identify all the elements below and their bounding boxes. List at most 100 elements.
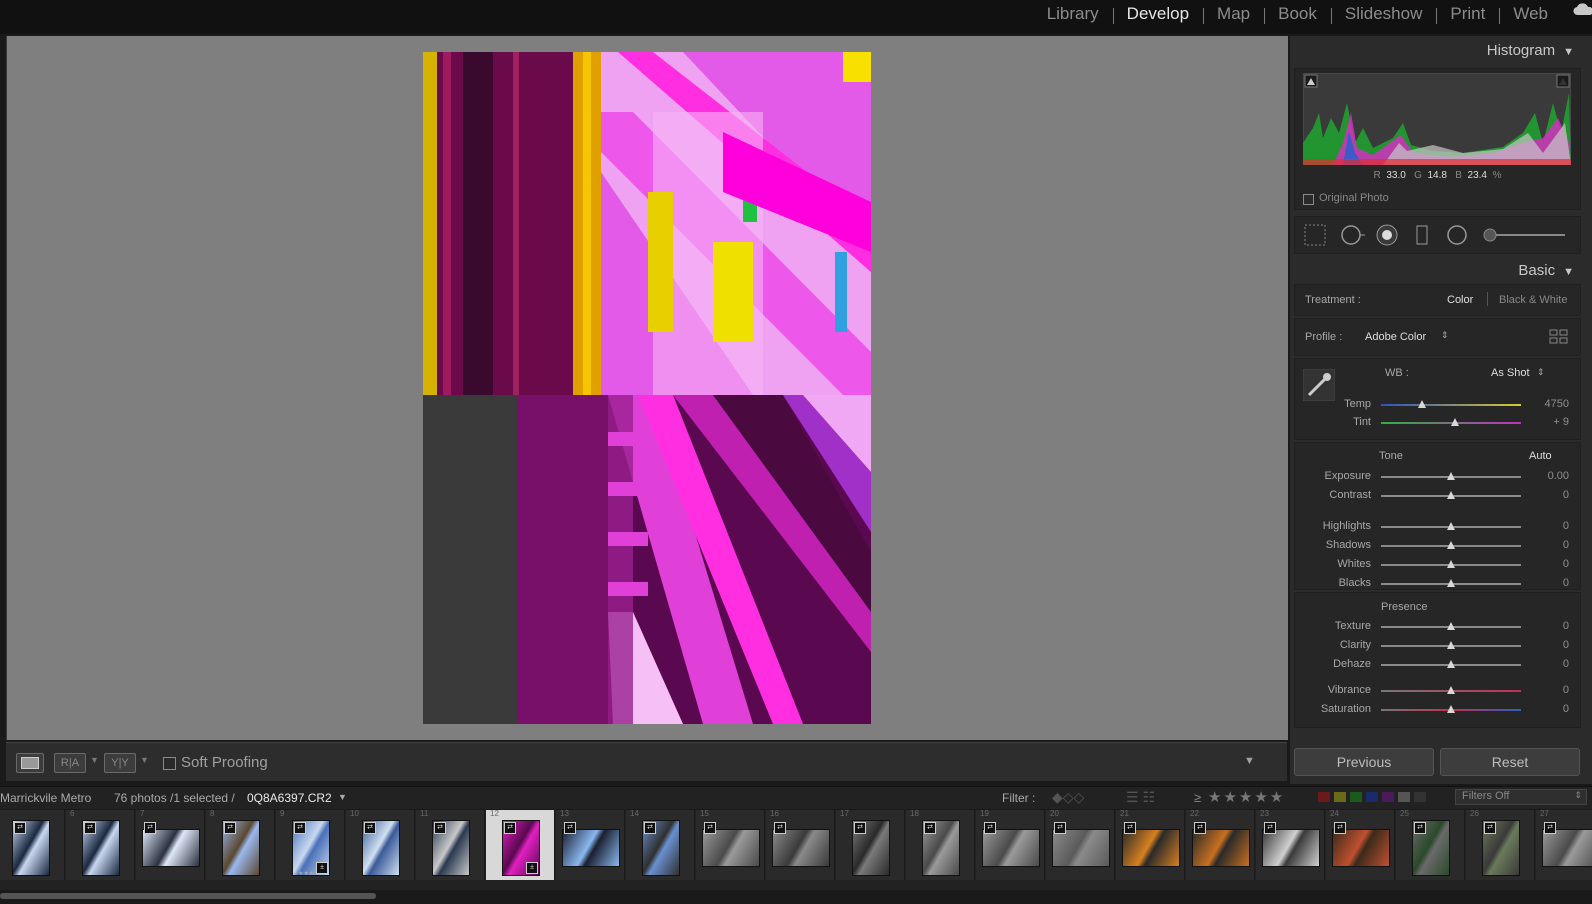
texture-value[interactable]: 0 xyxy=(1527,620,1569,632)
module-slideshow[interactable]: Slideshow xyxy=(1330,4,1437,24)
filmstrip-thumbnail[interactable]: 16 ⇄ xyxy=(766,810,835,880)
toolbar-menu-icon[interactable]: ▼ xyxy=(1244,755,1255,767)
saturation-slider-thumb[interactable] xyxy=(1447,705,1455,713)
star-rating-filter-icon[interactable]: ★★★★★ xyxy=(1208,788,1285,806)
cloud-icon[interactable] xyxy=(1570,2,1592,16)
filmstrip-thumbnail[interactable]: 19 ⇄ xyxy=(976,810,1045,880)
texture-slider-thumb[interactable] xyxy=(1447,622,1455,630)
contrast-value[interactable]: 0 xyxy=(1527,489,1569,501)
whites-slider-thumb[interactable] xyxy=(1447,560,1455,568)
histogram-graph[interactable] xyxy=(1303,73,1571,165)
saturation-value[interactable]: 0 xyxy=(1527,703,1569,715)
filmstrip-thumbnail[interactable]: 7 ⇄ xyxy=(136,810,205,880)
treatment-color-option[interactable]: Color xyxy=(1447,294,1473,306)
module-book[interactable]: Book xyxy=(1264,4,1331,24)
shadows-slider-thumb[interactable] xyxy=(1447,541,1455,549)
highlights-slider-thumb[interactable] xyxy=(1447,522,1455,530)
profile-dropdown[interactable]: Adobe Color xyxy=(1365,331,1426,343)
filmstrip-thumbnail[interactable]: 12 ⇄ ± xyxy=(486,810,555,880)
filmstrip-thumbnail[interactable]: 27 ⇄ xyxy=(1536,810,1592,880)
dehaze-slider-thumb[interactable] xyxy=(1447,660,1455,668)
filmstrip-thumbnail[interactable]: 17 ⇄ xyxy=(836,810,905,880)
shadows-value[interactable]: 0 xyxy=(1527,539,1569,551)
folder-source[interactable]: Marrickvile Metro xyxy=(0,791,91,805)
filmstrip-thumbnail[interactable]: 18 ⇄ xyxy=(906,810,975,880)
tone-auto-button[interactable]: Auto xyxy=(1529,450,1552,462)
filmstrip-thumbnail[interactable]: 24 ⇄ xyxy=(1326,810,1395,880)
green-label-icon[interactable] xyxy=(1350,792,1362,802)
selected-filename[interactable]: 0Q8A6397.CR2 xyxy=(247,791,332,805)
whites-value[interactable]: 0 xyxy=(1527,558,1569,570)
filmstrip-thumbnail[interactable]: 8 ⇄ xyxy=(206,810,275,880)
filmstrip-thumbnail[interactable]: 15 ⇄ xyxy=(696,810,765,880)
reset-button[interactable]: Reset xyxy=(1440,748,1580,776)
filmstrip-thumbnail[interactable]: 25 ⇄ xyxy=(1396,810,1465,880)
before-after-swap-button[interactable]: Y|Y xyxy=(104,753,136,773)
filename-dropdown-icon[interactable]: ▼ xyxy=(338,792,347,802)
soft-proofing-checkbox[interactable] xyxy=(163,757,176,770)
exposure-slider-thumb[interactable] xyxy=(1447,472,1455,480)
filmstrip-thumbnail[interactable]: 9 ⇄ ★★★★★ ± xyxy=(276,810,345,880)
wb-dropdown-arrows-icon[interactable]: ⇕ xyxy=(1537,367,1545,378)
other-label-icon[interactable] xyxy=(1398,792,1410,802)
photo-preview[interactable] xyxy=(423,52,871,724)
vibrance-value[interactable]: 0 xyxy=(1527,684,1569,696)
treatment-bw-option[interactable]: Black & White xyxy=(1499,294,1567,306)
color-label-filter[interactable] xyxy=(1318,792,1426,802)
filmstrip-thumbnail[interactable]: 20 ⇄ xyxy=(1046,810,1115,880)
filmstrip-thumbnail[interactable]: 6 ⇄ xyxy=(66,810,135,880)
blue-label-icon[interactable] xyxy=(1366,792,1378,802)
module-develop[interactable]: Develop xyxy=(1112,4,1203,24)
filmstrip-thumbnail[interactable]: 26 ⇄ xyxy=(1466,810,1535,880)
vibrance-slider-thumb[interactable] xyxy=(1447,686,1455,694)
profile-browser-grid-icon[interactable] xyxy=(1549,329,1569,345)
histogram-header[interactable]: Histogram ▼ xyxy=(1487,42,1574,59)
spot-removal-icon[interactable] xyxy=(1341,225,1365,245)
filmstrip-thumbnail[interactable]: 10 ⇄ xyxy=(346,810,415,880)
swap-dropdown-icon[interactable]: ▼ xyxy=(140,755,149,765)
no-label-icon[interactable] xyxy=(1414,792,1426,802)
module-print[interactable]: Print xyxy=(1436,4,1499,24)
previous-button[interactable]: Previous xyxy=(1294,748,1434,776)
filter-preset-dropdown[interactable]: Filters Off ⇕ xyxy=(1455,789,1587,805)
flag-filter-icons[interactable]: ◆◇◇ xyxy=(1052,789,1084,806)
module-map[interactable]: Map xyxy=(1203,4,1264,24)
blacks-value[interactable]: 0 xyxy=(1527,577,1569,589)
original-photo-checkbox[interactable] xyxy=(1303,194,1314,205)
wb-dropdown[interactable]: As Shot xyxy=(1491,367,1530,379)
adjustment-brush-icon[interactable] xyxy=(1483,228,1565,242)
exposure-value[interactable]: 0.00 xyxy=(1527,470,1569,482)
module-library[interactable]: Library xyxy=(1033,4,1113,24)
filmstrip-thumbnail[interactable]: 14 ⇄ xyxy=(626,810,695,880)
contrast-slider-thumb[interactable] xyxy=(1447,491,1455,499)
rating-operator[interactable]: ≥ xyxy=(1194,790,1201,805)
clarity-slider-thumb[interactable] xyxy=(1447,641,1455,649)
graduated-filter-icon[interactable] xyxy=(1416,225,1428,245)
filmstrip-thumbnail[interactable]: 13 ⇄ xyxy=(556,810,625,880)
filmstrip-thumbnail[interactable]: 22 ⇄ xyxy=(1186,810,1255,880)
before-after-button[interactable]: R|A xyxy=(54,753,86,773)
red-eye-icon[interactable] xyxy=(1376,224,1398,246)
temp-slider[interactable] xyxy=(1381,404,1521,406)
filmstrip-thumbnail[interactable]: 11 ⇄ xyxy=(416,810,485,880)
module-web[interactable]: Web xyxy=(1499,4,1562,24)
filmstrip-scrollbar-thumb[interactable] xyxy=(0,893,376,899)
wb-eyedropper-icon[interactable] xyxy=(1303,369,1335,401)
filmstrip-thumbnail[interactable]: 23 ⇄ xyxy=(1256,810,1325,880)
profile-dropdown-arrows-icon[interactable]: ⇕ xyxy=(1441,330,1449,341)
dehaze-value[interactable]: 0 xyxy=(1527,658,1569,670)
filmstrip-thumbnail[interactable]: ⇄ xyxy=(0,810,65,880)
tint-slider-thumb[interactable] xyxy=(1451,418,1459,426)
clarity-value[interactable]: 0 xyxy=(1527,639,1569,651)
yellow-label-icon[interactable] xyxy=(1334,792,1346,802)
temp-slider-thumb[interactable] xyxy=(1418,400,1426,408)
basic-header[interactable]: Basic ▼ xyxy=(1518,262,1574,279)
temp-value[interactable]: 4750 xyxy=(1527,398,1569,410)
red-label-icon[interactable] xyxy=(1318,792,1330,802)
crop-overlay-icon[interactable] xyxy=(1304,224,1326,246)
highlights-value[interactable]: 0 xyxy=(1527,520,1569,532)
purple-label-icon[interactable] xyxy=(1382,792,1394,802)
edit-filter-icons[interactable]: ☰ ☷ xyxy=(1126,789,1155,806)
blacks-slider-thumb[interactable] xyxy=(1447,579,1455,587)
radial-filter-icon[interactable] xyxy=(1447,225,1467,245)
